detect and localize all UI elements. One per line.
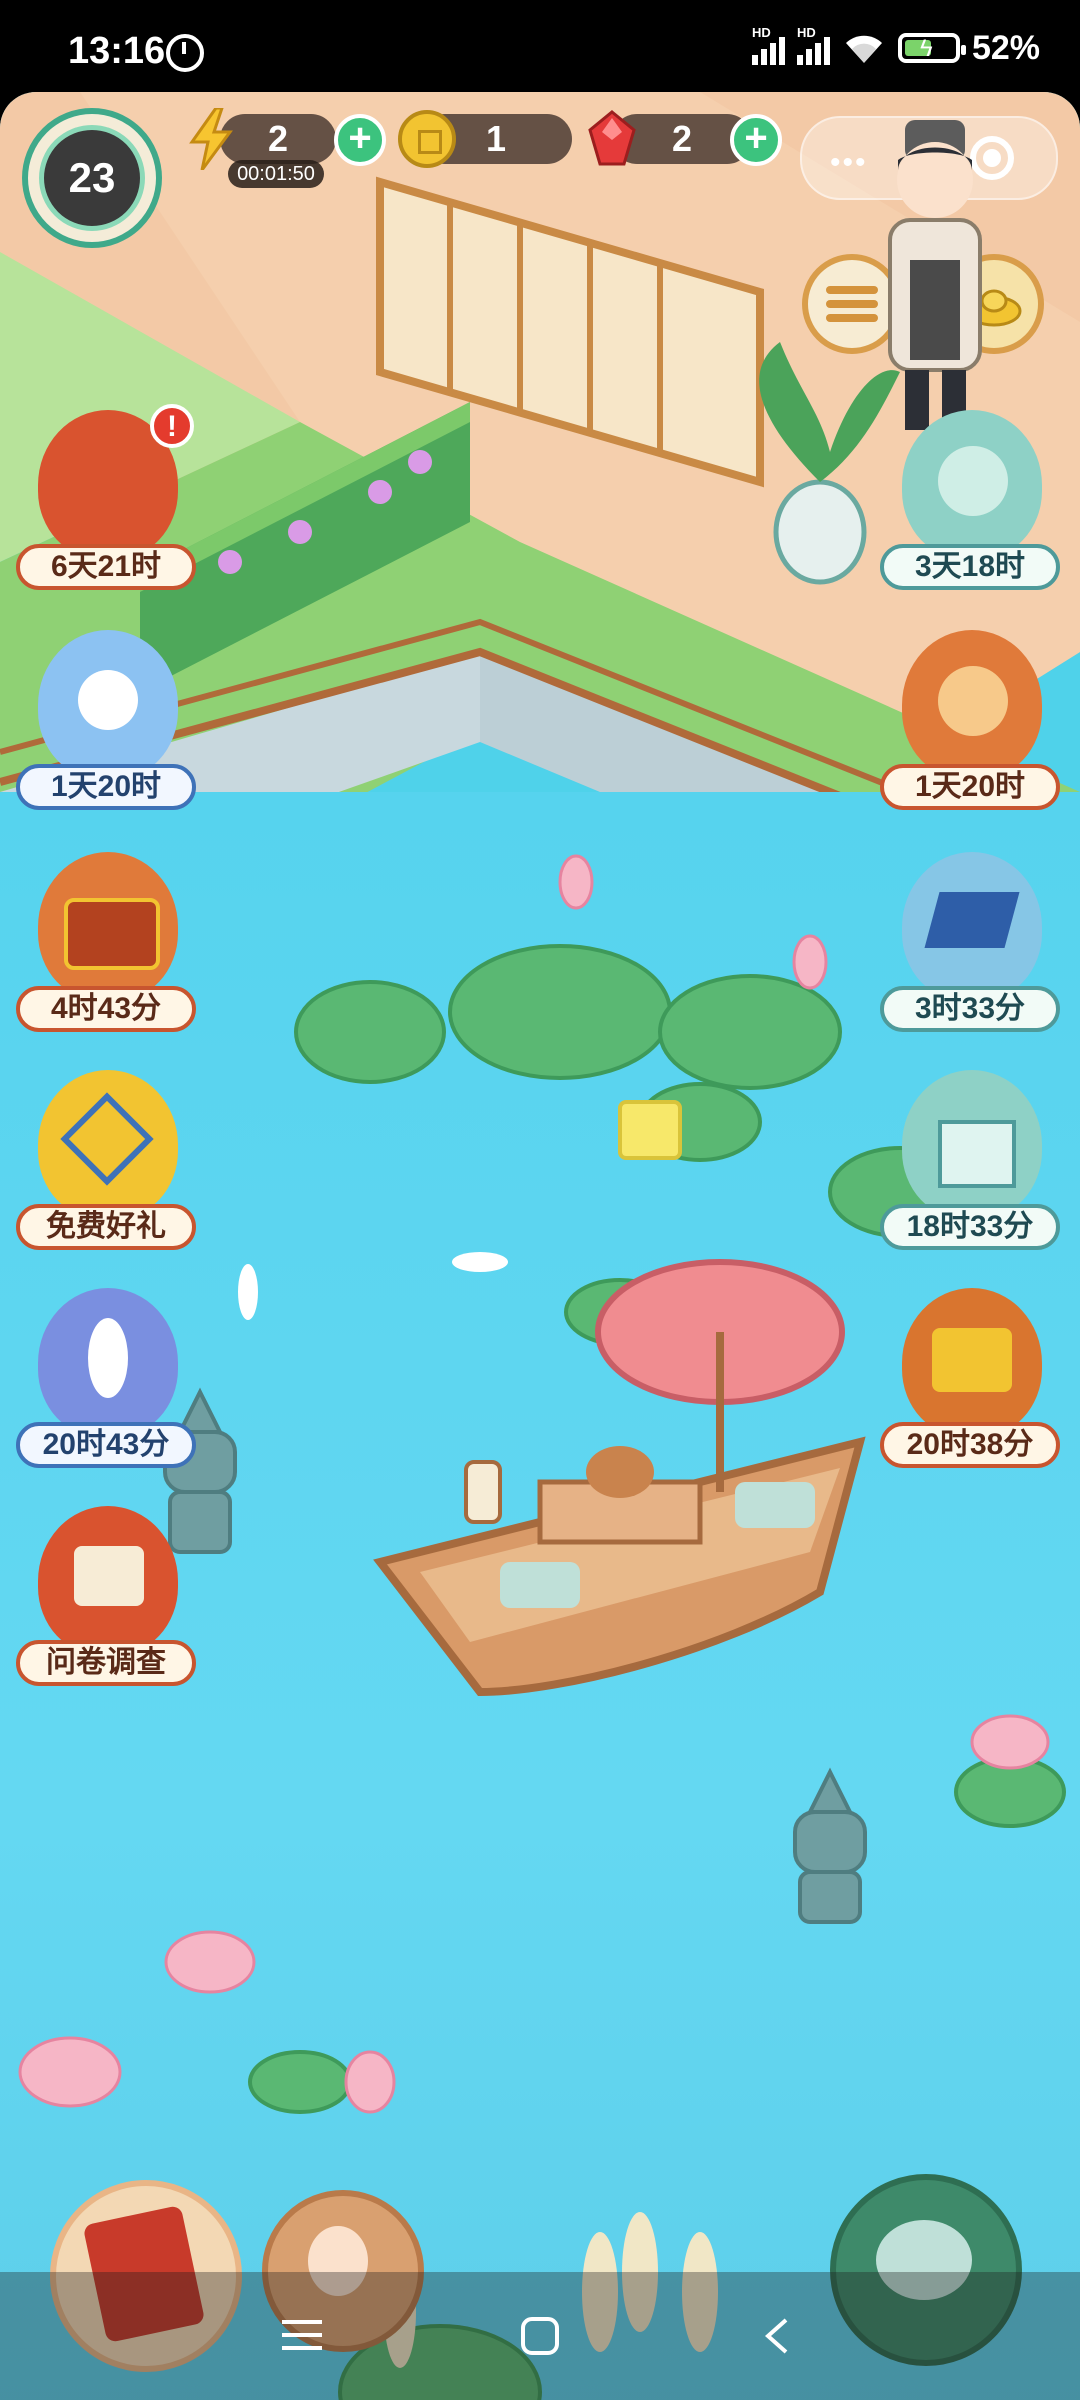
event-timer-label: 18时33分 <box>880 1204 1060 1250</box>
free-gift-icon <box>38 1070 178 1220</box>
event-label: 问卷调查 <box>16 1640 196 1686</box>
status-icons: HD HD ϟ 52% <box>751 25 1040 68</box>
lightning-icon <box>186 106 236 171</box>
event-free-gift[interactable]: 免费好礼 <box>16 1070 196 1260</box>
event-red-envelope[interactable]: ! 6天21时 <box>16 404 196 600</box>
dragon-cat-icon <box>902 410 1042 560</box>
event-fortune-cat[interactable]: 1天20时 <box>880 630 1060 820</box>
energy-counter: 2 <box>220 114 336 164</box>
coin-icon <box>398 110 456 168</box>
tea-boat <box>373 1259 866 1697</box>
event-coin-board[interactable]: 20时38分 <box>880 1288 1060 1478</box>
scholar-character[interactable] <box>850 110 1000 440</box>
event-gift-box-cat[interactable]: 18时33分 <box>880 1070 1060 1260</box>
event-treasure-chest[interactable]: 4时43分 <box>16 852 196 1042</box>
red-gem-icon <box>586 110 638 168</box>
gift-box-cat-icon <box>902 1070 1042 1220</box>
wifi-icon <box>842 31 886 65</box>
blue-carpet-icon <box>902 852 1042 1002</box>
nav-menu-icon[interactable] <box>282 2318 322 2357</box>
event-timer-label: 1天20时 <box>880 764 1060 810</box>
snowman-cat-icon <box>38 630 178 780</box>
event-survey[interactable]: 问卷调查 <box>16 1506 196 1696</box>
cell-signal-icon-2: HD <box>796 25 830 65</box>
event-timer-label: 1天20时 <box>16 764 196 810</box>
event-dragon-cat[interactable]: 3天18时 <box>880 410 1060 600</box>
status-bar: 13:16 HD HD ϟ 52% <box>0 0 1080 92</box>
cell-signal-icon: HD <box>751 25 785 65</box>
nav-back-icon[interactable] <box>762 2316 792 2361</box>
level-number: 23 <box>39 125 145 231</box>
add-energy-button[interactable]: + <box>334 114 386 166</box>
nav-home-icon[interactable] <box>520 2316 560 2361</box>
event-crane[interactable]: 20时43分 <box>16 1288 196 1478</box>
clock: 13:16 <box>68 30 166 72</box>
event-timer-label: 20时43分 <box>16 1422 196 1468</box>
event-snowman[interactable]: 1天20时 <box>16 630 196 820</box>
coin-board-icon <box>902 1288 1042 1438</box>
fortune-cat-icon <box>902 630 1042 780</box>
alert-badge: ! <box>150 404 194 448</box>
battery-percent: 52% <box>971 28 1040 67</box>
add-gem-button[interactable]: + <box>730 114 782 166</box>
event-timer-label: 6天21时 <box>16 544 196 590</box>
energy-timer: 00:01:50 <box>228 160 324 188</box>
event-label: 免费好礼 <box>16 1204 196 1250</box>
survey-scroll-icon <box>38 1506 178 1656</box>
event-timer-label: 3天18时 <box>880 544 1060 590</box>
treasure-chest-icon <box>38 852 178 1002</box>
event-timer-label: 3时33分 <box>880 986 1060 1032</box>
event-timer-label: 4时43分 <box>16 986 196 1032</box>
battery-icon: ϟ <box>897 33 966 63</box>
alarm-icon <box>166 34 204 72</box>
event-blue-carpet[interactable]: 3时33分 <box>880 852 1060 1042</box>
crane-coins-icon <box>38 1288 178 1438</box>
player-level-badge[interactable]: 23 <box>22 108 162 248</box>
event-timer-label: 20时38分 <box>880 1422 1060 1468</box>
